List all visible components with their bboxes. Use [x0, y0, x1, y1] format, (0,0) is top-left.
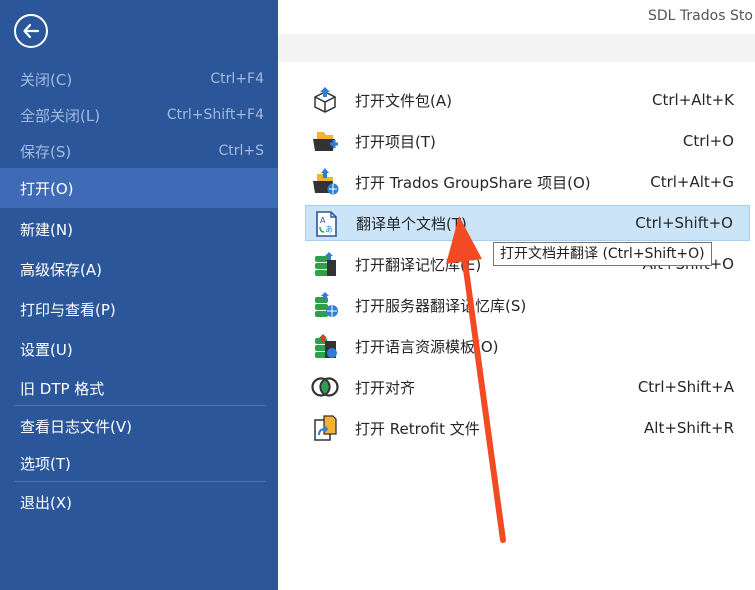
red-arrow-annotation [446, 216, 506, 543]
